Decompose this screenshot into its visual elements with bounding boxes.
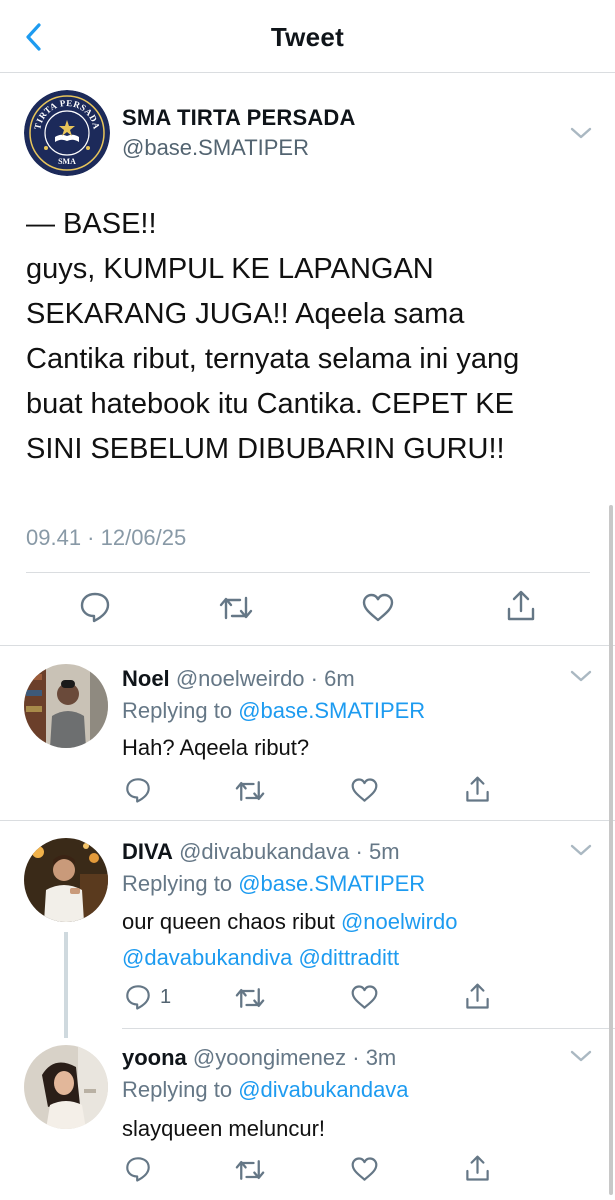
reply-button[interactable] bbox=[78, 590, 112, 624]
share-button[interactable] bbox=[464, 775, 491, 804]
reply-header: Noel @noelweirdo · 6m bbox=[122, 666, 355, 692]
reply-text: slayqueen meluncur! bbox=[122, 1116, 326, 1141]
tweet-text-line: SINI SEBELUM DIBUBARIN GURU!! bbox=[26, 433, 505, 465]
retweet-icon bbox=[219, 596, 253, 620]
chevron-down-icon bbox=[570, 127, 592, 139]
share-icon bbox=[466, 983, 489, 1009]
chevron-down-icon bbox=[570, 844, 592, 856]
share-button[interactable] bbox=[464, 982, 491, 1011]
share-icon bbox=[466, 1155, 489, 1181]
divider bbox=[122, 1028, 615, 1029]
reply-text: our queen chaos ribut @noelwirdo @davabu… bbox=[122, 904, 592, 976]
reply-text-plain: our queen chaos ribut bbox=[122, 909, 341, 934]
replying-to-label: Replying to bbox=[122, 871, 233, 896]
tweet-text-line: buat hatebook itu Cantika. CEPET KE bbox=[26, 388, 514, 420]
retweet-icon bbox=[235, 988, 265, 1008]
like-button[interactable] bbox=[361, 592, 395, 624]
reply-author-name[interactable]: DIVA bbox=[122, 839, 173, 864]
school-logo-icon: TIRTA PERSADA SMA bbox=[24, 90, 110, 176]
reply-author-name[interactable]: yoona bbox=[122, 1045, 187, 1070]
retweet-button[interactable] bbox=[234, 984, 266, 1012]
heart-icon bbox=[351, 985, 378, 1009]
author-handle[interactable]: @base.SMATIPER bbox=[122, 135, 309, 161]
divider bbox=[26, 572, 590, 573]
reply-time: · 6m bbox=[310, 666, 355, 691]
retweet-button[interactable] bbox=[234, 777, 266, 805]
comment-icon bbox=[126, 985, 150, 1010]
comment-icon bbox=[126, 1157, 150, 1182]
reply-button[interactable]: 1 bbox=[124, 983, 171, 1011]
replying-to-label: Replying to bbox=[122, 1077, 233, 1102]
tweet-timestamp[interactable]: 09.41 · 12/06/25 bbox=[26, 525, 186, 551]
reply-count: 1 bbox=[160, 985, 172, 1008]
comment-icon bbox=[126, 778, 150, 803]
retweet-icon bbox=[235, 1160, 265, 1180]
author-name[interactable]: SMA TIRTA PERSADA bbox=[122, 105, 356, 131]
chevron-down-icon bbox=[570, 1050, 592, 1062]
avatar[interactable] bbox=[24, 664, 108, 748]
heart-icon bbox=[351, 1157, 378, 1181]
reply-author-handle[interactable]: @noelweirdo bbox=[176, 666, 305, 691]
user-photo-icon bbox=[24, 1045, 108, 1129]
school-logo-avatar[interactable]: TIRTA PERSADA SMA bbox=[24, 90, 110, 176]
share-button[interactable] bbox=[464, 1154, 491, 1183]
replying-to-label: Replying to bbox=[122, 698, 233, 723]
scrollbar[interactable] bbox=[609, 505, 613, 1195]
thread-connector bbox=[64, 932, 68, 1038]
tweet-text-line: — BASE!! bbox=[26, 208, 157, 240]
like-button[interactable] bbox=[350, 777, 379, 804]
mention-link[interactable]: @noelwirdo bbox=[341, 909, 458, 934]
reply-author-handle[interactable]: @divabukandava bbox=[179, 839, 349, 864]
like-button[interactable] bbox=[350, 1156, 379, 1183]
user-photo-icon bbox=[24, 838, 108, 922]
top-bar: Tweet bbox=[0, 0, 615, 73]
svg-text:SMA: SMA bbox=[58, 157, 76, 166]
mention-link[interactable]: @davabukandiva bbox=[122, 945, 292, 970]
reply-time: · 5m bbox=[355, 839, 400, 864]
share-button[interactable] bbox=[505, 589, 537, 623]
tweet-text: — BASE!! guys, KUMPUL KE LAPANGAN SEKARA… bbox=[26, 202, 591, 472]
replying-to-mention[interactable]: @base.SMATIPER bbox=[238, 871, 425, 896]
comment-icon bbox=[80, 592, 110, 623]
replying-to: Replying to @divabukandava bbox=[122, 1077, 409, 1103]
mention-link[interactable]: @dittraditt bbox=[298, 945, 399, 970]
tweet-text-line: guys, KUMPUL KE LAPANGAN bbox=[26, 253, 434, 285]
more-options-button[interactable] bbox=[569, 125, 593, 141]
retweet-icon bbox=[235, 781, 265, 801]
chevron-down-icon bbox=[570, 670, 592, 682]
share-icon bbox=[507, 590, 535, 621]
replying-to-mention[interactable]: @divabukandava bbox=[238, 1077, 408, 1102]
reply-button[interactable] bbox=[124, 1155, 152, 1183]
retweet-button[interactable] bbox=[218, 592, 254, 624]
more-options-button[interactable] bbox=[569, 1048, 593, 1064]
more-options-button[interactable] bbox=[569, 842, 593, 858]
divider bbox=[0, 645, 615, 646]
replying-to: Replying to @base.SMATIPER bbox=[122, 698, 425, 724]
more-options-button[interactable] bbox=[569, 668, 593, 684]
page-title: Tweet bbox=[270, 22, 345, 52]
user-photo-icon bbox=[24, 664, 108, 748]
reply-author-name[interactable]: Noel bbox=[122, 666, 170, 691]
reply-header: DIVA @divabukandava · 5m bbox=[122, 839, 400, 865]
share-icon bbox=[466, 776, 489, 802]
reply-author-handle[interactable]: @yoongimenez bbox=[193, 1045, 346, 1070]
like-button[interactable] bbox=[350, 984, 379, 1011]
tweet-text-line: Cantika ribut, ternyata selama ini yang bbox=[26, 343, 520, 375]
reply-header: yoona @yoongimenez · 3m bbox=[122, 1045, 396, 1071]
avatar[interactable] bbox=[24, 838, 108, 922]
tweet-text-line: SEKARANG JUGA!! Aqeela sama bbox=[26, 298, 465, 330]
replying-to: Replying to @base.SMATIPER bbox=[122, 871, 425, 897]
reply-text: Hah? Aqeela ribut? bbox=[122, 735, 310, 760]
divider bbox=[0, 820, 615, 821]
reply-time: · 3m bbox=[352, 1045, 397, 1070]
heart-icon bbox=[351, 778, 378, 802]
heart-icon bbox=[362, 593, 394, 622]
avatar[interactable] bbox=[24, 1045, 108, 1129]
retweet-button[interactable] bbox=[234, 1156, 266, 1184]
replying-to-mention[interactable]: @base.SMATIPER bbox=[238, 698, 425, 723]
reply-button[interactable] bbox=[124, 776, 152, 804]
